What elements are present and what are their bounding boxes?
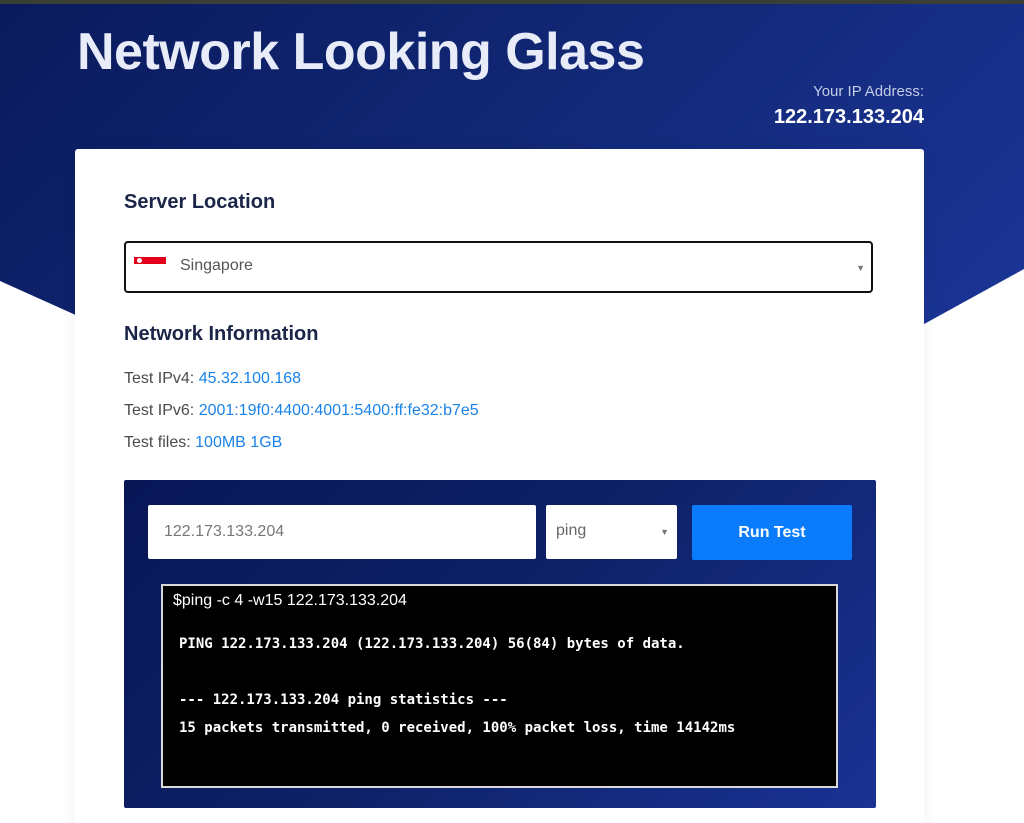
page: Network Looking Glass Your IP Address: 1… xyxy=(0,0,1024,823)
page-title: Network Looking Glass xyxy=(77,23,645,81)
test-ipv4-link[interactable]: 45.32.100.168 xyxy=(199,370,301,387)
host-input[interactable] xyxy=(148,505,536,559)
terminal-line: 15 packets transmitted, 0 received, 100%… xyxy=(179,720,736,736)
test-method-value: ping xyxy=(556,522,587,539)
main-card: Server Location Singapore ▼ Network Info… xyxy=(75,149,924,823)
test-files-label: Test files: xyxy=(124,434,191,451)
server-location-value: Singapore xyxy=(180,257,253,274)
test-ipv6-label: Test IPv6: xyxy=(124,402,195,419)
test-file-1gb-link[interactable]: 1GB xyxy=(250,434,282,451)
test-method-select[interactable]: ping ▼ xyxy=(546,505,677,559)
top-border xyxy=(0,0,1024,4)
test-ipv6-link[interactable]: 2001:19f0:4400:4001:5400:ff:fe32:b7e5 xyxy=(199,402,479,419)
test-ipv4-label: Test IPv4: xyxy=(124,370,195,387)
chevron-down-icon: ▼ xyxy=(856,263,865,273)
network-information-heading: Network Information xyxy=(124,323,319,345)
server-location-select[interactable]: Singapore ▼ xyxy=(124,241,873,293)
your-ip-value: 122.173.133.204 xyxy=(773,106,924,128)
your-ip-label: Your IP Address: xyxy=(813,83,924,100)
server-location-heading: Server Location xyxy=(124,191,276,213)
terminal-line: --- 122.173.133.204 ping statistics --- xyxy=(179,692,508,708)
run-test-button[interactable]: Run Test xyxy=(692,505,852,560)
terminal-line: PING 122.173.133.204 (122.173.133.204) 5… xyxy=(179,636,685,652)
test-ipv6-row: Test IPv6: 2001:19f0:4400:4001:5400:ff:f… xyxy=(124,402,479,420)
terminal-command: $ping -c 4 -w15 122.173.133.204 xyxy=(173,592,407,609)
test-file-100mb-link[interactable]: 100MB xyxy=(195,434,246,451)
terminal-output: $ping -c 4 -w15 122.173.133.204 PING 122… xyxy=(161,584,838,788)
singapore-flag-icon xyxy=(134,257,166,271)
chevron-down-icon: ▼ xyxy=(660,527,669,537)
test-files-row: Test files: 100MB 1GB xyxy=(124,434,282,452)
test-panel: ping ▼ Run Test $ping -c 4 -w15 122.173.… xyxy=(124,480,876,808)
test-ipv4-row: Test IPv4: 45.32.100.168 xyxy=(124,370,301,388)
